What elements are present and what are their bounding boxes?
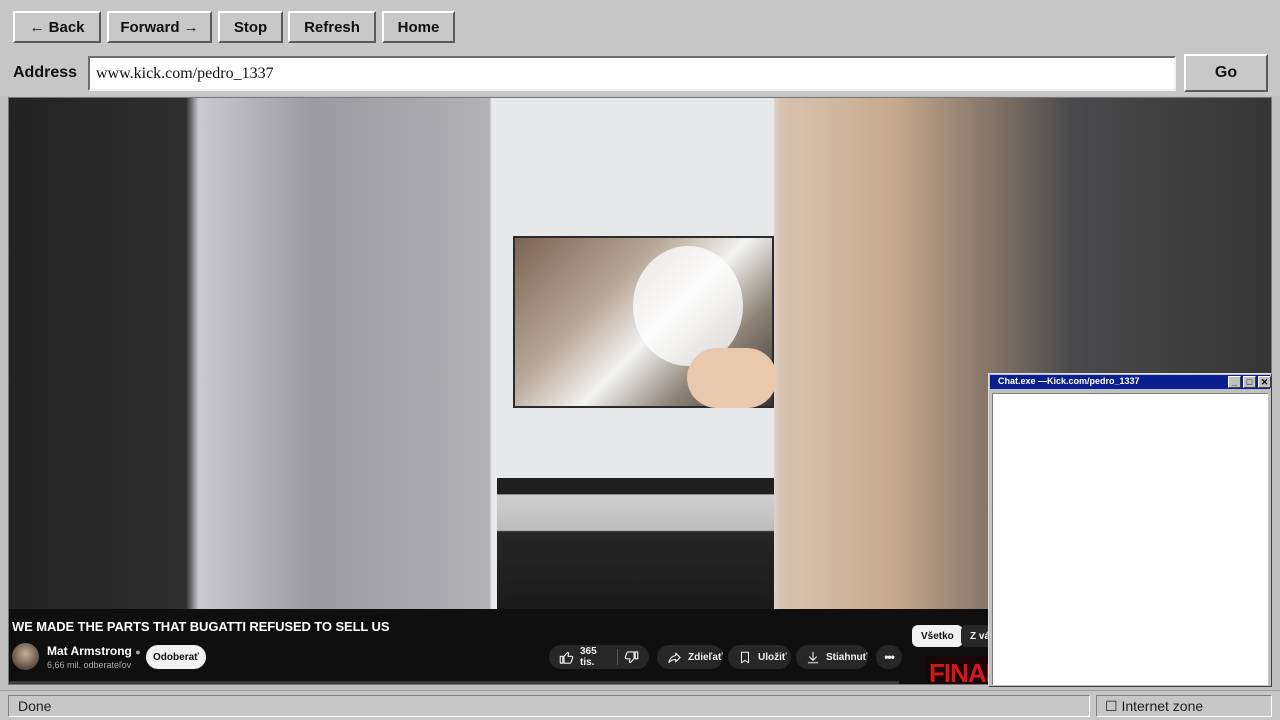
chat-titlebar[interactable]: Chat.exe —Kick.com/pedro_1337 _ □ ✕ (990, 375, 1271, 389)
download-label: Stiahnuť (826, 651, 868, 663)
verified-icon: ● (135, 647, 141, 657)
like-divider (617, 649, 618, 665)
share-label: Zdieľať (688, 651, 723, 663)
share-button[interactable]: Zdieľať (657, 645, 723, 669)
like-button[interactable]: 365 tis. (549, 645, 649, 669)
thumbs-up-icon (559, 651, 574, 664)
thumbs-down-icon[interactable] (624, 650, 639, 665)
more-dots-icon: ••• (884, 650, 895, 664)
save-button[interactable]: Uložiť (728, 645, 791, 669)
download-button[interactable]: Stiahnuť (796, 645, 868, 669)
video-title: WE MADE THE PARTS THAT BUGATTI REFUSED T… (12, 619, 390, 634)
status-text: Done (8, 695, 1090, 717)
channel-avatar[interactable] (12, 643, 39, 670)
status-bar: Done ☐ Internet zone (0, 690, 1280, 720)
stop-button[interactable]: Stop (218, 11, 283, 43)
save-label: Uložiť (758, 651, 787, 663)
bookmark-icon (740, 651, 750, 663)
chat-title: Chat.exe —Kick.com/pedro_1337 (998, 376, 1140, 386)
thumbnail-text: FINAL (929, 658, 997, 685)
security-zone: ☐ Internet zone (1096, 695, 1272, 717)
close-button[interactable]: ✕ (1258, 376, 1271, 388)
maximize-button[interactable]: □ (1243, 376, 1256, 388)
page-scroll-bar (9, 681, 899, 684)
download-icon (807, 651, 819, 663)
back-button[interactable]: ← Back (13, 11, 101, 43)
filter-chip-all[interactable]: Všetko (912, 625, 963, 647)
home-button[interactable]: Home (382, 11, 455, 43)
forward-button[interactable]: Forward → (107, 11, 212, 43)
go-button[interactable]: Go (1184, 54, 1268, 92)
channel-name-text: Mat Armstrong (47, 644, 132, 658)
video-laptop (497, 478, 774, 609)
like-count: 365 tis. (580, 646, 597, 668)
address-bar: Address www.kick.com/pedro_1337 Go (0, 52, 1280, 96)
chat-window: Chat.exe —Kick.com/pedro_1337 _ □ ✕ (988, 373, 1272, 687)
browser-toolbar: ← Back Forward → Stop Refresh Home (0, 0, 1280, 52)
refresh-button[interactable]: Refresh (288, 11, 376, 43)
recommended-thumbnail[interactable]: FINAL (927, 656, 997, 685)
subscriber-count: 6,66 mil. odberateľov (47, 660, 132, 670)
more-actions-button[interactable]: ••• (876, 645, 902, 669)
address-label: Address (13, 64, 78, 81)
address-input[interactable]: www.kick.com/pedro_1337 (88, 56, 1176, 91)
minimize-button[interactable]: _ (1228, 376, 1241, 388)
chat-content-area[interactable] (992, 393, 1268, 685)
share-icon (668, 652, 681, 663)
subscribe-button[interactable]: Odoberať (146, 645, 206, 669)
channel-name[interactable]: Mat Armstrong ● (47, 644, 141, 658)
video-frame (497, 98, 777, 609)
video-hand (687, 348, 777, 408)
